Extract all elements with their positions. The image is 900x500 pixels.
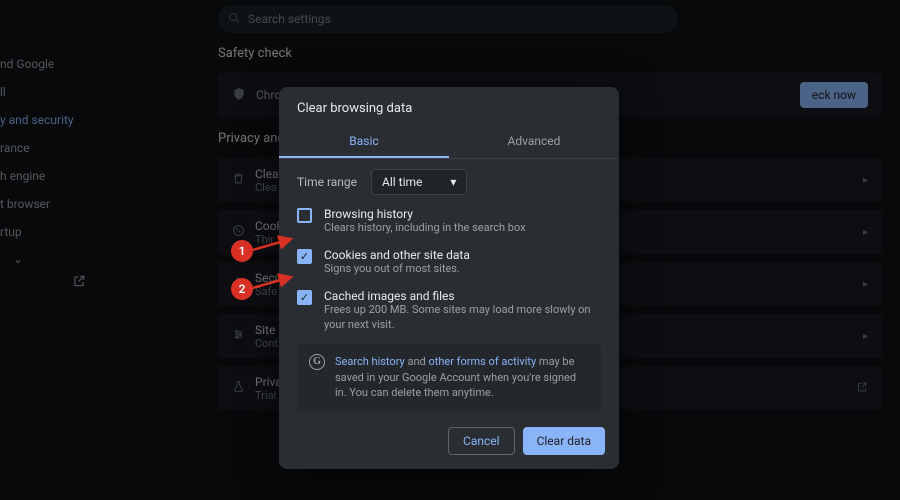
time-range-value: All time (382, 175, 422, 189)
option-cached[interactable]: ✓ Cached images and files Frees up 200 M… (297, 289, 601, 333)
dropdown-icon: ▾ (450, 175, 456, 189)
note-link-other-activity[interactable]: other forms of activity (428, 355, 536, 368)
annotation-badge-2: 2 (231, 278, 253, 300)
google-icon: G (309, 354, 325, 370)
clear-data-button[interactable]: Clear data (523, 427, 605, 455)
dialog-tabs: Basic Advanced (279, 126, 619, 159)
tab-advanced[interactable]: Advanced (449, 126, 619, 158)
tab-basic[interactable]: Basic (279, 126, 449, 158)
google-account-note: G Search history and other forms of acti… (297, 344, 601, 410)
checkbox-cookies[interactable]: ✓ (297, 249, 312, 264)
clear-browsing-data-dialog: Clear browsing data Basic Advanced Time … (279, 87, 619, 469)
time-range-label: Time range (297, 175, 357, 189)
checkbox-browsing-history[interactable] (297, 208, 312, 223)
option-browsing-history[interactable]: Browsing history Clears history, includi… (297, 207, 601, 236)
dialog-title: Clear browsing data (279, 87, 619, 126)
cancel-button[interactable]: Cancel (448, 427, 515, 455)
option-cookies[interactable]: ✓ Cookies and other site data Signs you … (297, 248, 601, 277)
note-link-search-history[interactable]: Search history (335, 355, 405, 368)
annotation-badge-1: 1 (231, 240, 253, 262)
checkbox-cached[interactable]: ✓ (297, 290, 312, 305)
time-range-select[interactable]: All time ▾ (371, 169, 467, 195)
